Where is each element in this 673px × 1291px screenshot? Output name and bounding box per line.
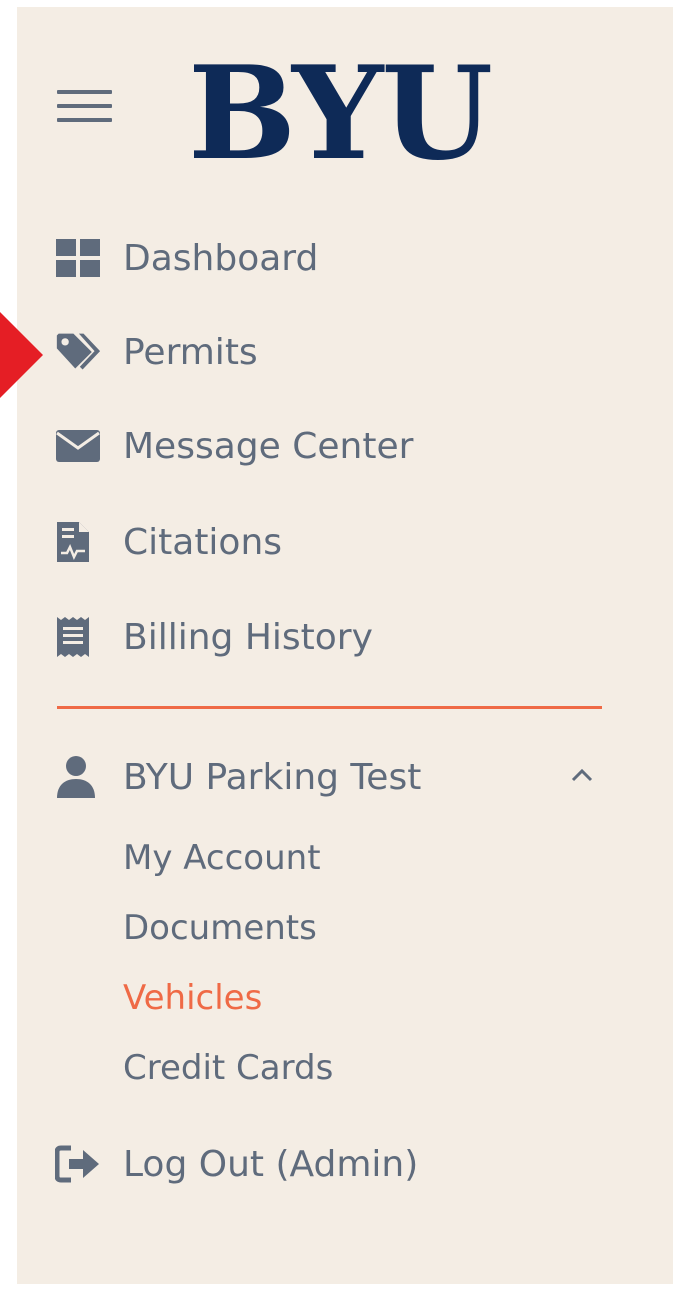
account-menu-toggle[interactable]: BYU Parking Test bbox=[55, 752, 605, 802]
receipt-icon bbox=[55, 614, 101, 660]
account-name: BYU Parking Test bbox=[123, 756, 422, 798]
sidebar-item-message-center[interactable]: Message Center bbox=[55, 422, 615, 470]
pointer-arrow bbox=[0, 312, 43, 398]
sidebar-item-label: Billing History bbox=[123, 616, 373, 658]
byu-logo[interactable]: BYU bbox=[188, 50, 493, 178]
sidebar-item-permits[interactable]: Permits bbox=[55, 328, 615, 376]
sidebar-item-label: Dashboard bbox=[123, 237, 319, 279]
account-item-credit-cards[interactable]: Credit Cards bbox=[123, 1048, 333, 1088]
divider bbox=[57, 706, 602, 709]
logout-label: Log Out (Admin) bbox=[123, 1143, 419, 1185]
hamburger-menu-icon[interactable] bbox=[57, 90, 112, 122]
dashboard-grid-icon bbox=[55, 235, 101, 281]
account-item-documents[interactable]: Documents bbox=[123, 908, 317, 948]
sign-out-icon bbox=[55, 1141, 101, 1187]
logout-link[interactable]: Log Out (Admin) bbox=[55, 1140, 615, 1188]
sidebar-item-label: Citations bbox=[123, 521, 283, 563]
chevron-up-icon[interactable] bbox=[567, 760, 597, 790]
account-item-vehicles[interactable]: Vehicles bbox=[123, 978, 262, 1018]
sidebar-item-label: Message Center bbox=[123, 425, 414, 467]
sidebar-item-label: Permits bbox=[123, 331, 258, 373]
tags-icon bbox=[55, 329, 101, 375]
user-icon bbox=[55, 754, 101, 800]
sidebar-item-billing-history[interactable]: Billing History bbox=[55, 613, 615, 661]
sidebar-item-citations[interactable]: Citations bbox=[55, 518, 615, 566]
sidebar-item-dashboard[interactable]: Dashboard bbox=[55, 234, 615, 282]
account-item-my-account[interactable]: My Account bbox=[123, 838, 321, 878]
envelope-icon bbox=[55, 423, 101, 469]
citation-document-icon bbox=[55, 519, 101, 565]
